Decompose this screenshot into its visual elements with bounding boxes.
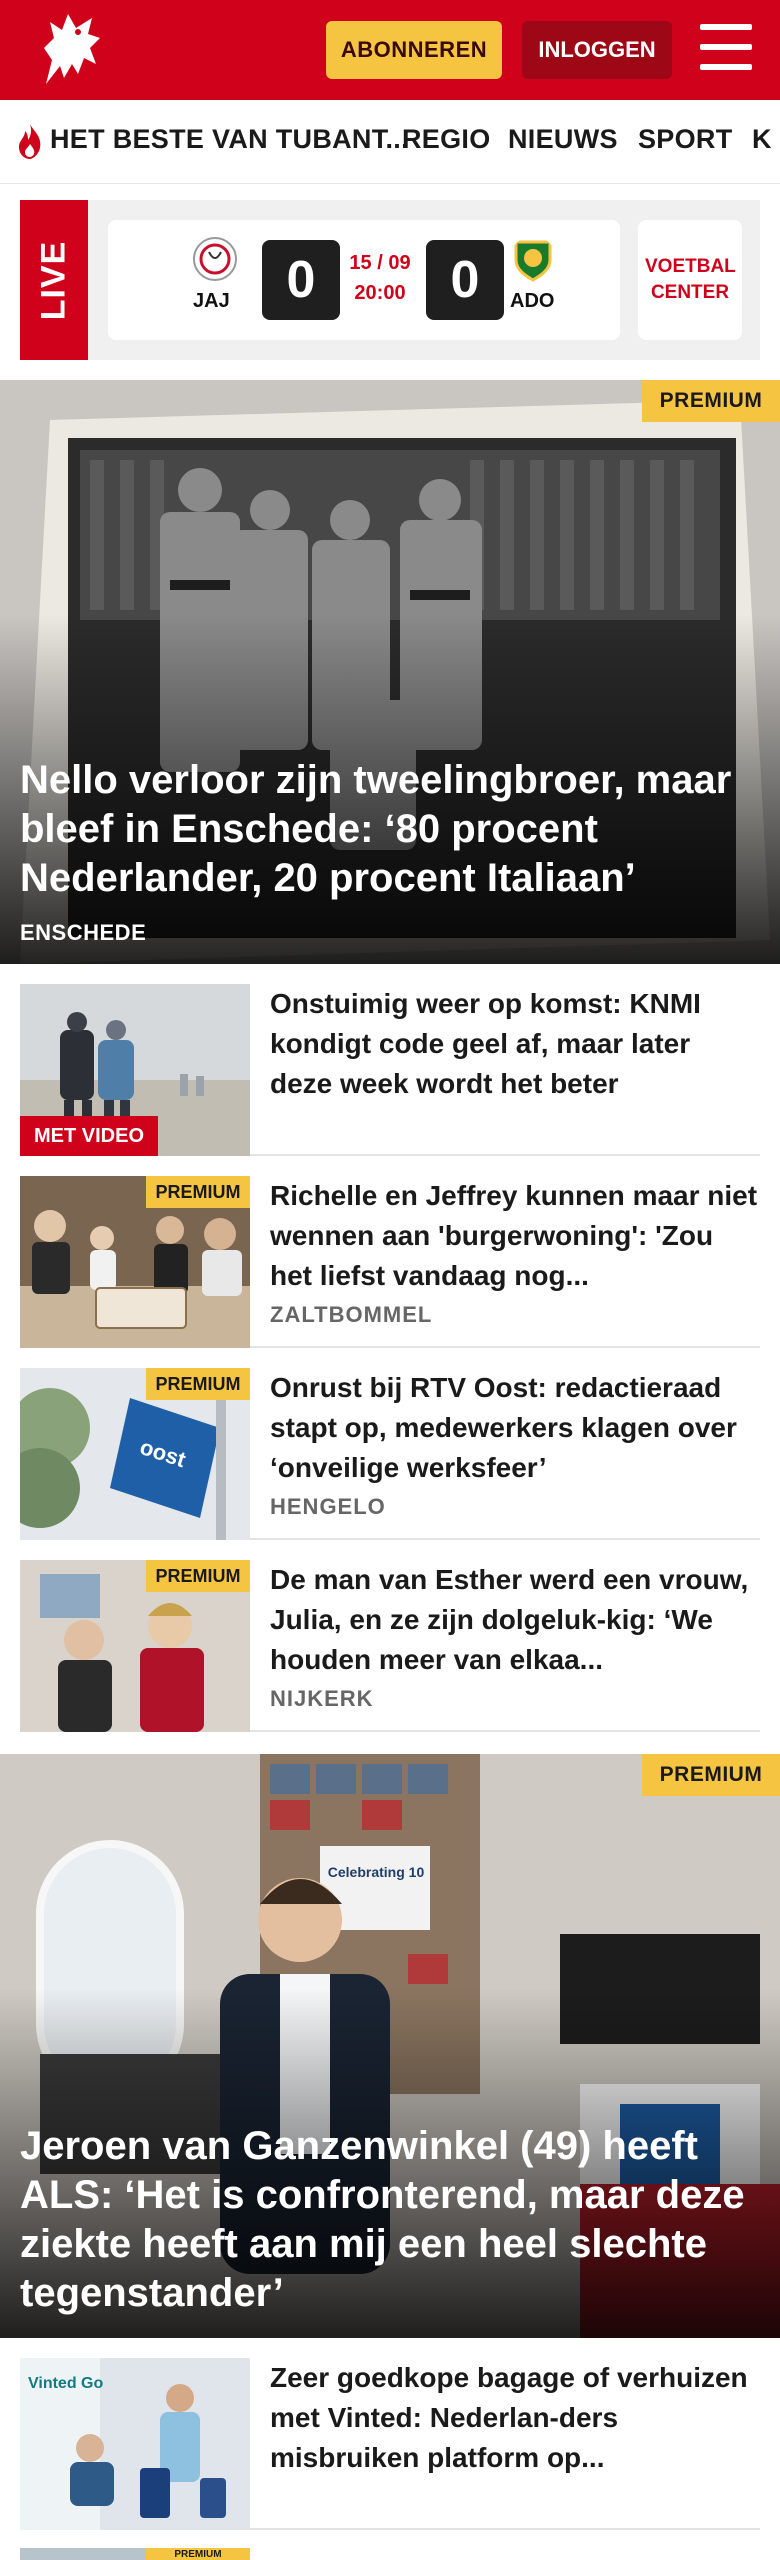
away-score: 0 <box>426 240 504 320</box>
video-badge: MET VIDEO <box>20 1116 159 1156</box>
article-title[interactable]: Richelle en Jeffrey kunnen maar niet wen… <box>270 1176 760 1296</box>
live-tab[interactable]: LIVE <box>20 200 88 360</box>
article-location: HENGELO <box>270 1494 386 1519</box>
nav-item-nieuws[interactable]: NIEUWS <box>508 124 618 155</box>
article-thumbnail: Vinted Go <box>20 2358 250 2530</box>
article-rtv-oost[interactable]: oost PREMIUM Onrust bij RTV Oost: redact… <box>20 1368 760 1540</box>
article-esther-julia[interactable]: PREMIUM De man van Esther werd een vrouw… <box>20 1560 760 1732</box>
article-location: ZALTBOMMEL <box>270 1302 433 1327</box>
away-team-logo-icon <box>514 240 552 282</box>
thumb-photo-vinted-luggage: Vinted Go <box>20 2358 250 2530</box>
section-nav: HET BESTE VAN TUBANT... REGIO NIEUWS SPO… <box>0 100 780 184</box>
top-bar: ABONNEREN INLOGGEN <box>0 0 780 100</box>
home-score: 0 <box>262 240 340 320</box>
premium-badge: PREMIUM <box>146 1176 250 1208</box>
article-thumbnail: oost PREMIUM <box>20 1368 250 1540</box>
subscribe-button[interactable]: ABONNEREN <box>326 21 502 79</box>
hero-location: ENSCHEDE <box>20 920 147 945</box>
match-kickoff: 15 / 09 20:00 <box>340 248 420 308</box>
premium-badge: PREMIUM <box>642 1754 780 1796</box>
nav-item-sport[interactable]: SPORT <box>638 124 733 155</box>
tubantia-horse-logo-icon[interactable] <box>38 8 108 92</box>
nav-item-best-of[interactable]: HET BESTE VAN TUBANT... <box>50 124 409 155</box>
away-team-name: ADO <box>510 290 555 312</box>
hero-title[interactable]: Nello verloor zijn tweelingbroer, maar b… <box>20 756 760 903</box>
premium-badge: PREMIUM <box>146 1368 250 1400</box>
premium-badge: PREMIUM <box>642 380 780 422</box>
hero-article-jeroen[interactable]: Celebrating 10 PREMIUM Jeroen van Ganzen… <box>0 1754 780 2338</box>
article-location: NIJKERK <box>270 1686 374 1711</box>
flame-icon <box>19 124 41 159</box>
wall-caption: Celebrating 10 <box>327 1864 425 1880</box>
match-time: 20:00 <box>354 282 406 304</box>
voetbal-center-button[interactable]: VOETBAL CENTER <box>638 220 742 340</box>
premium-badge: PREMIUM <box>146 2548 250 2560</box>
home-team-logo-icon <box>193 237 237 281</box>
article-title[interactable]: De man van Esther werd een vrouw, Julia,… <box>270 1560 760 1680</box>
article-thumbnail: PREMIUM <box>20 1560 250 1732</box>
premium-badge: PREMIUM <box>146 1560 250 1592</box>
article-thumbnail: PREMIUM <box>20 1176 250 1348</box>
next-article-thumbnail: PREMIUM <box>20 2548 250 2560</box>
nav-item-regio[interactable]: REGIO <box>402 124 491 155</box>
hero-title[interactable]: Jeroen van Ganzenwinkel (49) heeft ALS: … <box>20 2122 760 2318</box>
live-label: LIVE <box>34 240 73 320</box>
article-richelle-jeffrey[interactable]: PREMIUM Richelle en Jeffrey kunnen maar … <box>20 1176 760 1348</box>
voetbal-center-label: VOETBAL CENTER <box>645 256 736 303</box>
thumb-vinted-text: Vinted Go <box>28 2375 103 2392</box>
article-title[interactable]: Zeer goedkope bagage of verhuizen met Vi… <box>270 2358 760 2478</box>
match-date: 15 / 09 <box>349 252 411 274</box>
article-vinted[interactable]: Vinted Go Zeer goedkope bagage of verhui… <box>20 2358 760 2530</box>
hero-article-nello[interactable]: PREMIUM Nello verloor zijn tweelingbroer… <box>0 380 780 964</box>
article-thumbnail: MET VIDEO <box>20 984 250 1156</box>
menu-icon[interactable] <box>700 24 752 72</box>
home-team-name: JAJ <box>193 290 230 312</box>
article-title[interactable]: Onstuimig weer op komst: KNMI kondigt co… <box>270 984 760 1104</box>
nav-item-cut-off[interactable]: K <box>752 124 772 155</box>
live-score-widget: LIVE JAJ 0 15 / 09 20:00 0 ADO VOETBAL C… <box>20 200 760 360</box>
login-button[interactable]: INLOGGEN <box>522 21 672 79</box>
article-title[interactable]: Onrust bij RTV Oost: redactieraad stapt … <box>270 1368 760 1488</box>
article-weather[interactable]: MET VIDEO Onstuimig weer op komst: KNMI … <box>20 984 760 1156</box>
match-card[interactable]: JAJ 0 15 / 09 20:00 0 ADO <box>108 220 620 340</box>
